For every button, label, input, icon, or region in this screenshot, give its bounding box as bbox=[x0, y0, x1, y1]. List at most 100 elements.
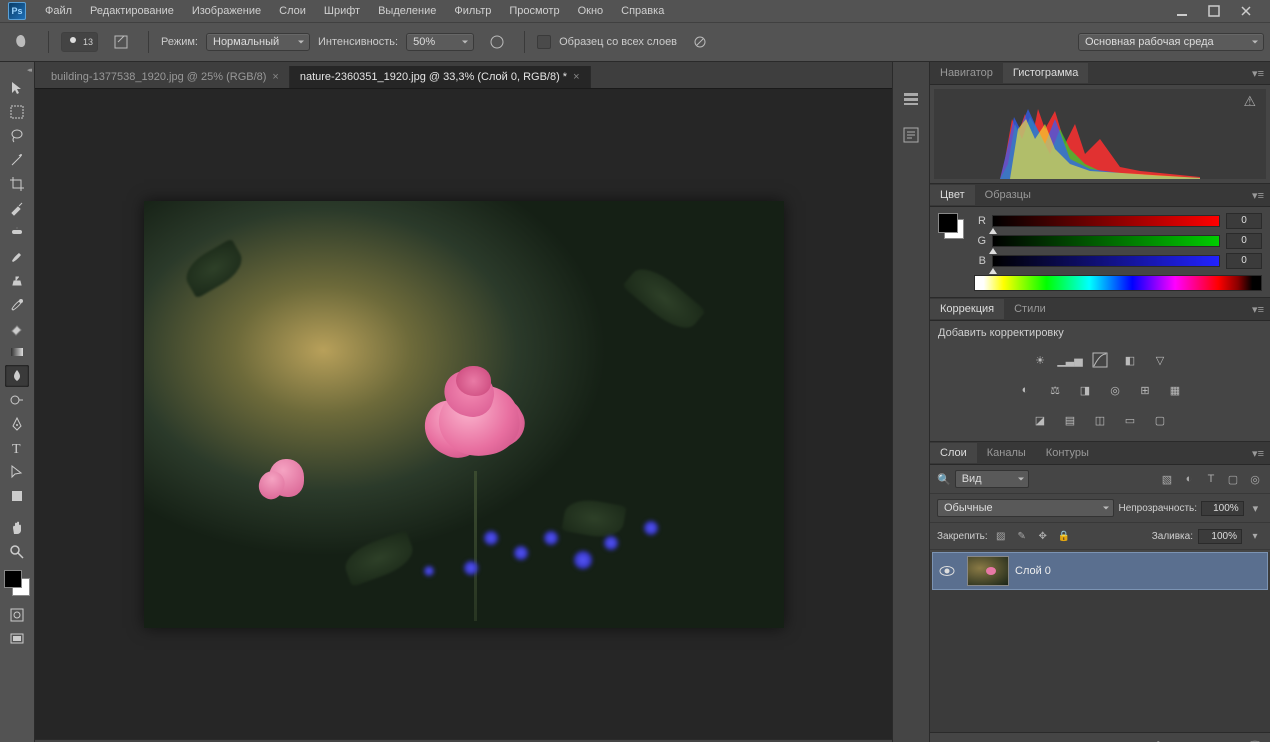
panel-menu-icon[interactable]: ▾≡ bbox=[1246, 63, 1270, 84]
g-slider[interactable] bbox=[992, 235, 1220, 247]
blur-tool[interactable] bbox=[5, 365, 29, 387]
minimize-button[interactable] bbox=[1166, 1, 1198, 21]
lock-position-icon[interactable]: ✥ bbox=[1035, 528, 1051, 544]
tab-histogram[interactable]: Гистограмма bbox=[1003, 63, 1089, 83]
hand-tool[interactable] bbox=[5, 517, 29, 539]
search-icon[interactable]: 🔍 bbox=[937, 473, 951, 486]
hue-icon[interactable]: ◐ bbox=[1015, 381, 1035, 399]
tool-preset-icon[interactable] bbox=[6, 27, 36, 57]
type-tool[interactable]: T bbox=[5, 437, 29, 459]
chevron-down-icon[interactable]: ▾ bbox=[1248, 500, 1263, 516]
dodge-tool[interactable] bbox=[5, 389, 29, 411]
pen-tool[interactable] bbox=[5, 413, 29, 435]
chevron-down-icon[interactable]: ▾ bbox=[1247, 528, 1263, 544]
layer-thumbnail[interactable] bbox=[967, 556, 1009, 586]
selective-color-icon[interactable]: ▢ bbox=[1150, 411, 1170, 429]
menu-select[interactable]: Выделение bbox=[369, 1, 445, 21]
history-panel-icon[interactable] bbox=[900, 88, 922, 110]
tab-adjustments[interactable]: Коррекция bbox=[930, 299, 1004, 319]
brush-tool[interactable] bbox=[5, 245, 29, 267]
menu-edit[interactable]: Редактирование bbox=[81, 1, 183, 21]
magic-wand-tool[interactable] bbox=[5, 149, 29, 171]
clone-stamp-tool[interactable] bbox=[5, 269, 29, 291]
screenmode-toggle[interactable] bbox=[5, 628, 29, 650]
levels-icon[interactable]: ▁▃▅ bbox=[1060, 351, 1080, 369]
color-swatch[interactable] bbox=[938, 213, 964, 239]
zoom-tool[interactable] bbox=[5, 541, 29, 563]
bw-icon[interactable]: ◨ bbox=[1075, 381, 1095, 399]
tab-color[interactable]: Цвет bbox=[930, 185, 975, 205]
tab-swatches[interactable]: Образцы bbox=[975, 185, 1041, 205]
tab-styles[interactable]: Стили bbox=[1004, 299, 1056, 319]
tab-nature[interactable]: nature-2360351_1920.jpg @ 33,3% (Слой 0,… bbox=[290, 66, 591, 88]
marquee-tool[interactable] bbox=[5, 101, 29, 123]
layer-name[interactable]: Слой 0 bbox=[1015, 565, 1051, 577]
close-button[interactable] bbox=[1230, 1, 1262, 21]
fg-color[interactable] bbox=[938, 213, 958, 233]
panel-menu-icon[interactable]: ▾≡ bbox=[1246, 443, 1270, 464]
balance-icon[interactable]: ⚖ bbox=[1045, 381, 1065, 399]
curves-icon[interactable] bbox=[1090, 351, 1110, 369]
invert-icon[interactable]: ◪ bbox=[1030, 411, 1050, 429]
sample-all-checkbox[interactable] bbox=[537, 35, 551, 49]
menu-window[interactable]: Окно bbox=[569, 1, 613, 21]
history-brush-tool[interactable] bbox=[5, 293, 29, 315]
color-spectrum[interactable] bbox=[974, 275, 1262, 291]
foreground-color[interactable] bbox=[4, 570, 22, 588]
threshold-icon[interactable]: ◫ bbox=[1090, 411, 1110, 429]
r-value[interactable]: 0 bbox=[1226, 213, 1262, 229]
warning-icon[interactable]: ⚠ bbox=[1243, 93, 1256, 110]
lock-all-icon[interactable]: 🔒 bbox=[1056, 528, 1072, 544]
filter-shape-icon[interactable]: ▢ bbox=[1225, 471, 1241, 487]
posterize-icon[interactable]: ▤ bbox=[1060, 411, 1080, 429]
filter-type-icon[interactable]: T bbox=[1203, 471, 1219, 487]
visibility-toggle[interactable] bbox=[933, 565, 961, 577]
crop-tool[interactable] bbox=[5, 173, 29, 195]
tab-paths[interactable]: Контуры bbox=[1036, 443, 1099, 463]
gradient-map-icon[interactable]: ▭ bbox=[1120, 411, 1140, 429]
vibrance-icon[interactable]: ▽ bbox=[1150, 351, 1170, 369]
panel-menu-icon[interactable]: ▾≡ bbox=[1246, 185, 1270, 206]
r-slider[interactable] bbox=[992, 215, 1220, 227]
fill-value[interactable]: 100% bbox=[1198, 529, 1242, 544]
eyedropper-tool[interactable] bbox=[5, 197, 29, 219]
lock-pixels-icon[interactable]: ✎ bbox=[1014, 528, 1030, 544]
b-slider[interactable] bbox=[992, 255, 1220, 267]
color-lookup-icon[interactable]: ▦ bbox=[1165, 381, 1185, 399]
healing-brush-tool[interactable] bbox=[5, 221, 29, 243]
b-value[interactable]: 0 bbox=[1226, 253, 1262, 269]
path-selection-tool[interactable] bbox=[5, 461, 29, 483]
g-value[interactable]: 0 bbox=[1226, 233, 1262, 249]
filter-pixel-icon[interactable]: ▧ bbox=[1159, 471, 1175, 487]
canvas-viewport[interactable] bbox=[35, 89, 892, 739]
properties-panel-icon[interactable] bbox=[900, 124, 922, 146]
lock-transparency-icon[interactable]: ▨ bbox=[993, 528, 1009, 544]
pressure-opacity-icon[interactable] bbox=[482, 27, 512, 57]
photo-filter-icon[interactable]: ◎ bbox=[1105, 381, 1125, 399]
blend-mode-select[interactable]: Нормальный bbox=[206, 33, 310, 51]
menu-help[interactable]: Справка bbox=[612, 1, 673, 21]
blend-mode-select[interactable]: Обычные bbox=[937, 499, 1114, 517]
menu-filter[interactable]: Фильтр bbox=[445, 1, 500, 21]
eraser-tool[interactable] bbox=[5, 317, 29, 339]
filter-smart-icon[interactable]: ◎ bbox=[1247, 471, 1263, 487]
brush-preset-picker[interactable]: 13 bbox=[61, 32, 98, 52]
menu-file[interactable]: Файл bbox=[36, 1, 81, 21]
intensity-select[interactable]: 50% bbox=[406, 33, 474, 51]
color-swatch[interactable] bbox=[4, 570, 30, 596]
tab-navigator[interactable]: Навигатор bbox=[930, 63, 1003, 83]
channel-mixer-icon[interactable]: ⊞ bbox=[1135, 381, 1155, 399]
menu-view[interactable]: Просмотр bbox=[500, 1, 568, 21]
toolbar-collapse[interactable] bbox=[0, 66, 34, 76]
brush-panel-toggle[interactable] bbox=[106, 27, 136, 57]
workspace-select[interactable]: Основная рабочая среда bbox=[1078, 33, 1264, 51]
menu-layers[interactable]: Слои bbox=[270, 1, 315, 21]
close-icon[interactable]: × bbox=[272, 71, 278, 83]
close-icon[interactable]: × bbox=[573, 71, 579, 83]
tab-building[interactable]: building-1377538_1920.jpg @ 25% (RGB/8) … bbox=[41, 66, 290, 88]
maximize-button[interactable] bbox=[1198, 1, 1230, 21]
exposure-icon[interactable]: ◧ bbox=[1120, 351, 1140, 369]
gradient-tool[interactable] bbox=[5, 341, 29, 363]
pressure-size-icon[interactable] bbox=[685, 27, 715, 57]
filter-adjust-icon[interactable]: ◐ bbox=[1181, 471, 1197, 487]
